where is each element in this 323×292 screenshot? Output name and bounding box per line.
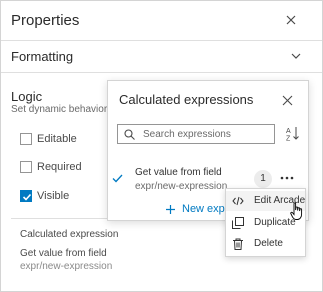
- editable-label: Editable: [37, 133, 77, 145]
- svg-text:Z: Z: [286, 136, 291, 142]
- required-checkbox[interactable]: [20, 161, 32, 173]
- panel-header: Properties: [1, 1, 322, 41]
- logic-title: Logic: [11, 89, 43, 104]
- expression-path: expr/new-expression: [135, 181, 228, 192]
- visible-label: Visible: [37, 190, 70, 202]
- hand-cursor-icon: [290, 202, 303, 220]
- visible-checkbox[interactable]: [20, 190, 32, 202]
- plus-icon: [166, 205, 175, 214]
- search-input[interactable]: [143, 127, 271, 141]
- close-icon[interactable]: [282, 95, 293, 106]
- calculated-expression-title: Get value from field: [20, 248, 107, 259]
- chevron-down-icon: [291, 53, 301, 59]
- panel-title: Properties: [11, 12, 80, 29]
- duplicate-icon: [232, 217, 244, 229]
- editable-checkbox[interactable]: [20, 133, 32, 145]
- expression-title: Get value from field: [135, 167, 222, 178]
- popover-title: Calculated expressions: [119, 92, 254, 107]
- menu-item-delete[interactable]: Delete: [226, 234, 305, 254]
- search-box[interactable]: [117, 124, 275, 144]
- search-icon: [124, 129, 135, 140]
- code-icon: [232, 196, 244, 206]
- calculated-expression-path: expr/new-expression: [20, 261, 113, 272]
- trash-icon: [233, 238, 243, 250]
- close-icon[interactable]: [285, 14, 297, 26]
- menu-item-label: Delete: [254, 238, 283, 249]
- usage-count-badge: 1: [254, 170, 272, 188]
- calculated-expression-label: Calculated expression: [20, 229, 119, 240]
- required-label: Required: [37, 161, 82, 173]
- more-options-icon[interactable]: [280, 176, 294, 180]
- expression-context-menu: Edit Arcade Duplicate Delete: [225, 188, 306, 257]
- sort-az-icon[interactable]: A Z: [286, 126, 300, 141]
- checkmark-icon: [22, 193, 32, 201]
- new-expression-label: New expr: [182, 203, 229, 215]
- formatting-label: Formatting: [11, 49, 74, 64]
- divider: [11, 218, 107, 219]
- formatting-section-toggle[interactable]: Formatting: [1, 41, 322, 73]
- svg-text:A: A: [286, 128, 291, 135]
- logic-description: Set dynamic behavior: [11, 104, 108, 115]
- check-icon: [112, 174, 123, 183]
